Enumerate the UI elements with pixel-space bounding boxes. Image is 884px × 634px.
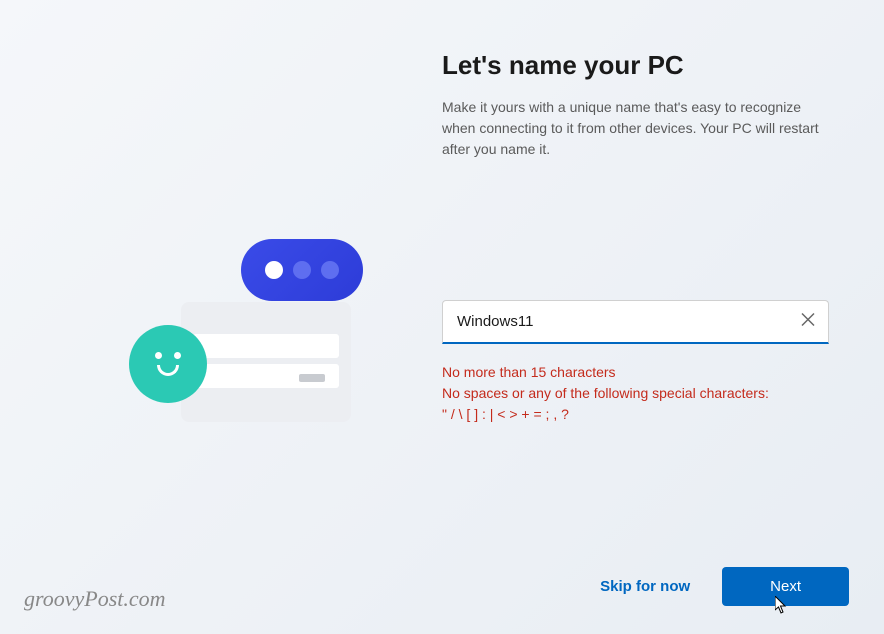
footer-actions: Skip for now Next: [600, 567, 849, 606]
skip-link[interactable]: Skip for now: [600, 578, 690, 595]
pc-name-input-wrapper: [442, 300, 829, 344]
smiley-icon: [129, 325, 207, 403]
validation-line-2: No spaces or any of the following specia…: [442, 383, 829, 404]
pc-name-input[interactable]: [442, 300, 829, 344]
next-button[interactable]: Next: [722, 567, 849, 606]
watermark: groovyPost.com: [24, 586, 166, 612]
close-icon: [801, 313, 815, 327]
validation-line-3: " / \ [ ] : | < > + = ; , ?: [442, 404, 829, 425]
clear-input-button[interactable]: [797, 309, 819, 336]
page-subtitle: Make it yours with a unique name that's …: [442, 97, 829, 160]
illustration-panel: [0, 0, 442, 634]
validation-line-1: No more than 15 characters: [442, 362, 829, 383]
validation-message: No more than 15 characters No spaces or …: [442, 362, 829, 425]
setup-illustration: [81, 187, 361, 447]
page-title: Let's name your PC: [442, 50, 829, 81]
content-panel: Let's name your PC Make it yours with a …: [442, 0, 884, 634]
chat-bubble-icon: [241, 239, 363, 301]
